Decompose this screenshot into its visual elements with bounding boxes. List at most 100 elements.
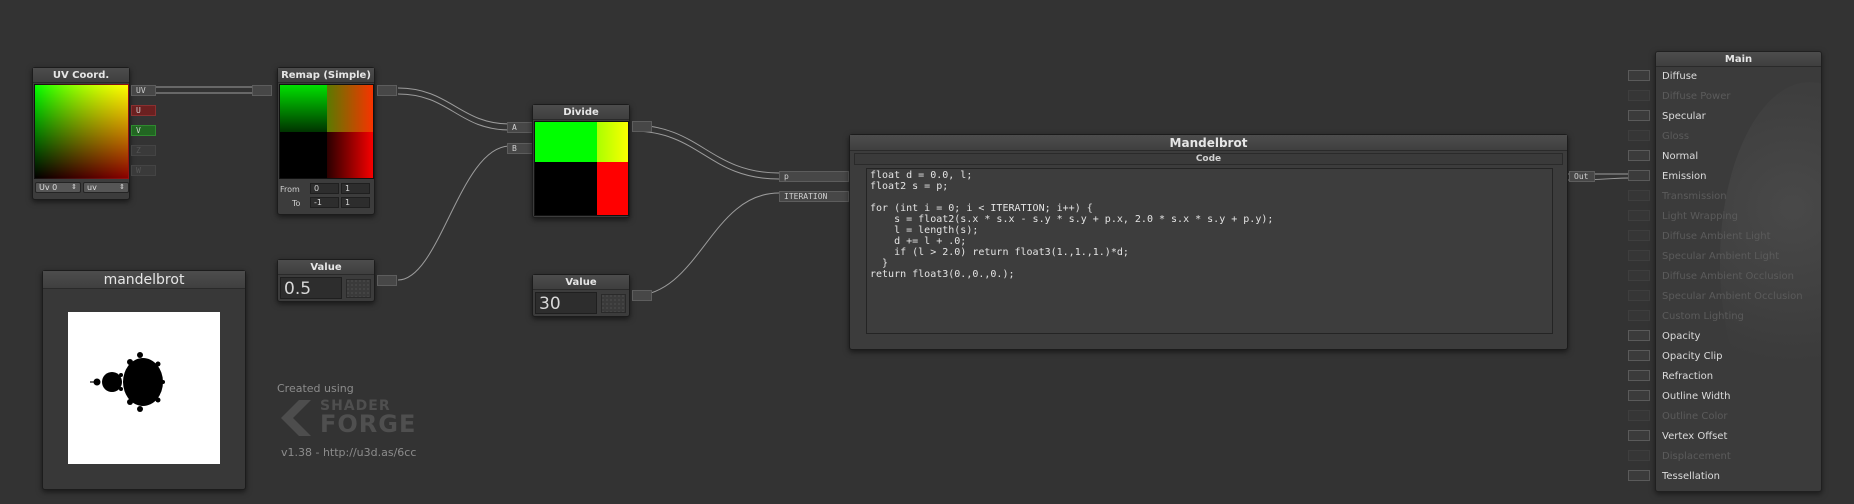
divide-output-port[interactable]	[632, 121, 652, 132]
main-input-port[interactable]	[1628, 470, 1650, 481]
preview-render	[68, 312, 220, 464]
remap-from-label: From	[280, 185, 300, 194]
created-using-label: Created using	[277, 382, 354, 395]
main-input-port[interactable]	[1628, 150, 1650, 161]
remap-to-min-field[interactable]: -1	[310, 197, 339, 208]
uv-preview-overlay	[34, 84, 129, 179]
remap-quadrant-green	[280, 85, 327, 132]
main-input-label: Emission	[1662, 171, 1707, 182]
main-node[interactable]: Main Diffuse Diffuse Power Specular Gloss No…	[1655, 51, 1822, 492]
remap-output-port[interactable]	[377, 85, 397, 96]
output-port-z[interactable]: Z	[131, 145, 156, 156]
main-input-label: Displacement	[1662, 451, 1731, 462]
main-input-label: Diffuse Power	[1662, 91, 1731, 102]
remap-input-port[interactable]	[252, 85, 272, 96]
node-title: Value	[533, 275, 629, 290]
main-input-port[interactable]	[1628, 170, 1650, 181]
divide-quadrant-green	[535, 122, 597, 162]
value-field[interactable]: 0.5	[280, 277, 342, 299]
output-port-uv[interactable]: UV	[131, 85, 156, 96]
divide-input-b[interactable]: B	[507, 143, 533, 154]
remap-to-label: To	[292, 199, 301, 208]
output-port-w[interactable]: W	[131, 165, 156, 176]
code-line: return float3(0.,0.,0.);	[870, 269, 1015, 280]
output-port-u[interactable]: U	[131, 105, 156, 116]
logo-line2: FORGE	[320, 410, 417, 438]
node-title: UV Coord.	[33, 68, 129, 83]
value-a-output-port[interactable]	[377, 275, 397, 286]
value-node-b[interactable]: Value 30	[532, 274, 630, 317]
mandelbrot-code-node[interactable]: Mandelbrot Code float d = 0.0, l; float2 …	[849, 134, 1568, 350]
main-input-label: Refraction	[1662, 371, 1714, 382]
code-editor[interactable]: float d = 0.0, l; float2 s = p; for (int i…	[866, 168, 1553, 334]
main-input-port[interactable]	[1628, 70, 1650, 81]
main-input-port[interactable]	[1628, 130, 1650, 141]
divide-node[interactable]: Divide	[532, 104, 630, 218]
main-input-label: Diffuse Ambient Light	[1662, 231, 1771, 242]
uv-channel-select[interactable]: Uv 0 ⇕	[35, 182, 81, 193]
main-input-port[interactable]	[1628, 90, 1650, 101]
chevron-updown-icon: ⇕	[71, 183, 77, 191]
main-input-port[interactable]	[1628, 210, 1650, 221]
code-line: }	[870, 258, 889, 269]
main-input-port[interactable]	[1628, 410, 1650, 421]
main-input-label: Specular Ambient Occlusion	[1662, 291, 1803, 302]
divide-quadrant-red	[597, 162, 628, 215]
mandelbrot-set-icon	[90, 352, 165, 412]
divide-input-a[interactable]: A	[507, 122, 533, 133]
main-input-port[interactable]	[1628, 430, 1650, 441]
remap-from-max-field[interactable]: 1	[341, 183, 370, 194]
main-input-port[interactable]	[1628, 370, 1650, 381]
code-line: l = length(s);	[870, 225, 979, 236]
main-input-port[interactable]	[1628, 390, 1650, 401]
main-input-port[interactable]	[1628, 350, 1650, 361]
main-input-label: Diffuse	[1662, 71, 1698, 82]
uv-mode-select[interactable]: uv ⇕	[83, 182, 129, 193]
chevron-updown-icon: ⇕	[119, 183, 125, 191]
main-input-port[interactable]	[1628, 270, 1650, 281]
uv-coord-node[interactable]: UV Coord. Uv 0 ⇕ uv ⇕	[32, 67, 130, 200]
main-input-label: Transmission	[1662, 191, 1727, 202]
main-input-port[interactable]	[1628, 330, 1650, 341]
main-input-label: Specular	[1662, 111, 1706, 122]
output-port-v[interactable]: V	[131, 125, 156, 136]
code-line: if (l > 2.0) return float3(1.,1.,1.)*d;	[870, 247, 1129, 258]
mandelbrot-output-port[interactable]: Out	[1569, 171, 1595, 182]
remap-node[interactable]: Remap (Simple) From 0 1 To -1 1	[277, 67, 375, 215]
preview-panel[interactable]: mandelbrot	[42, 270, 246, 490]
main-input-label: Outline Width	[1662, 391, 1731, 402]
main-input-port[interactable]	[1628, 250, 1650, 261]
node-title: Remap (Simple)	[278, 68, 374, 83]
code-line: for (int i = 0; i < ITERATION; i++) {	[870, 203, 1093, 214]
shader-forge-logo-icon	[281, 400, 311, 436]
main-input-label: Custom Lighting	[1662, 311, 1744, 322]
main-input-port[interactable]	[1628, 450, 1650, 461]
main-input-port[interactable]	[1628, 310, 1650, 321]
main-input-label: Diffuse Ambient Occlusion	[1662, 271, 1794, 282]
remap-from-min-field[interactable]: 0	[310, 183, 339, 194]
main-input-port[interactable]	[1628, 110, 1650, 121]
node-title: Value	[278, 260, 374, 275]
value-node-a[interactable]: Value 0.5	[277, 259, 375, 302]
main-input-port[interactable]	[1628, 290, 1650, 301]
main-node-title: Main	[1656, 52, 1821, 67]
code-label: Code	[854, 153, 1563, 165]
divide-quadrant-yellow	[597, 122, 628, 162]
remap-quadrant-yellow	[327, 85, 373, 132]
divide-preview	[534, 121, 629, 216]
mandelbrot-input-p[interactable]: p	[779, 171, 849, 182]
code-line: float2 s = p;	[870, 181, 949, 192]
value-b-output-port[interactable]	[632, 290, 652, 301]
main-input-port[interactable]	[1628, 190, 1650, 201]
main-input-label: Opacity Clip	[1662, 351, 1723, 362]
main-input-port[interactable]	[1628, 230, 1650, 241]
drag-handle[interactable]	[601, 294, 626, 313]
mandelbrot-input-iteration[interactable]: ITERATION	[779, 191, 849, 202]
remap-to-max-field[interactable]: 1	[341, 197, 370, 208]
version-label: v1.38 - http://u3d.as/6cc	[281, 446, 417, 459]
value-field[interactable]: 30	[535, 292, 597, 314]
drag-handle[interactable]	[346, 279, 371, 298]
main-input-label: Outline Color	[1662, 411, 1728, 422]
code-line: float d = 0.0, l;	[870, 170, 973, 181]
